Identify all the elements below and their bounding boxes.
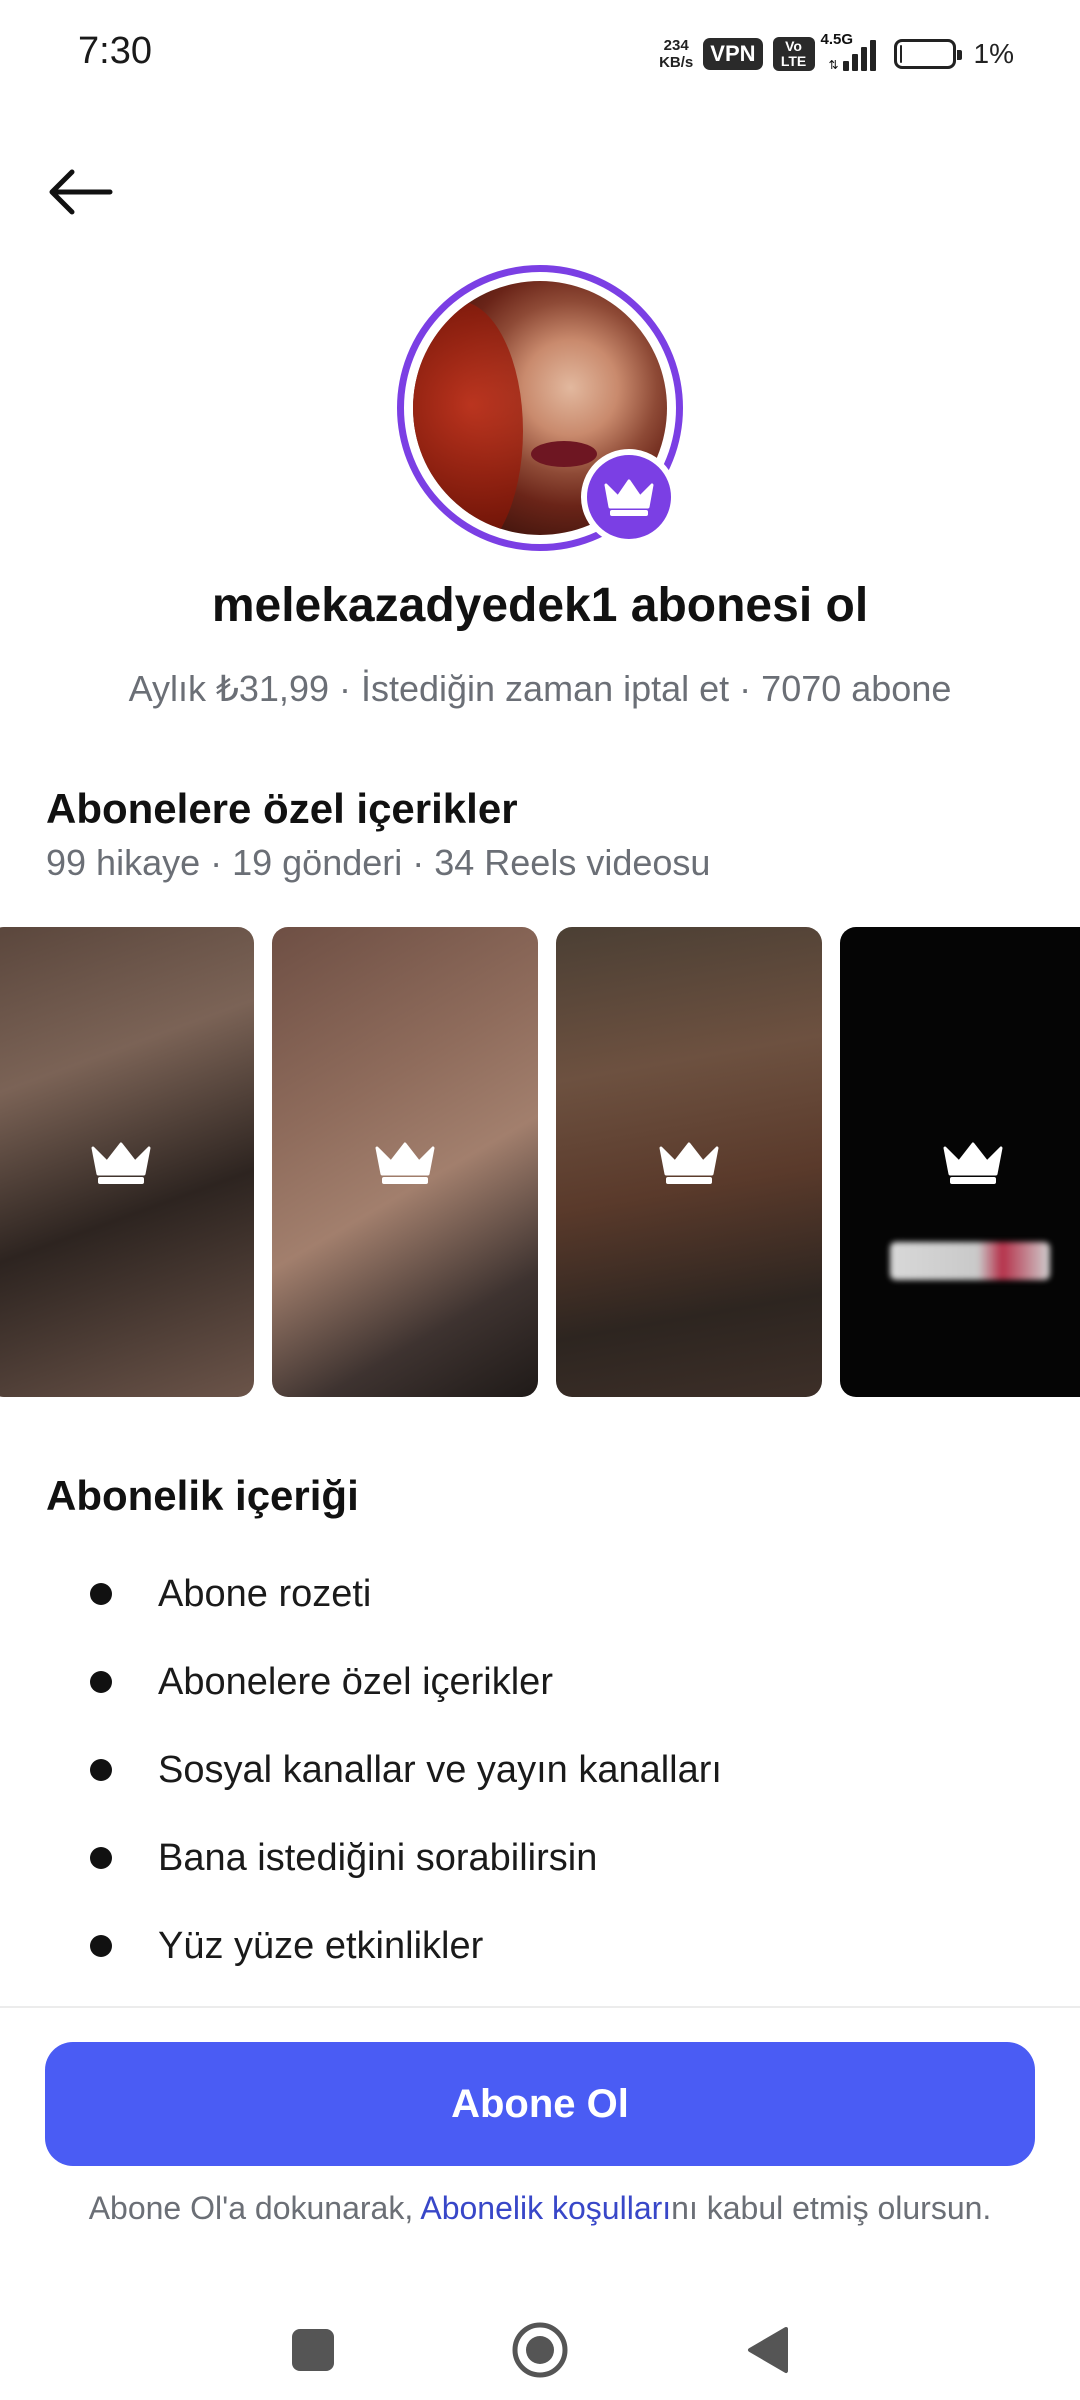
- avatar-lips: [531, 441, 597, 467]
- crown-icon: [91, 1142, 151, 1184]
- list-item: Bana istediğini sorabilirsin: [0, 1814, 1080, 1902]
- benefit-label: Sosyal kanallar ve yayın kanalları: [158, 1748, 722, 1791]
- arrow-left-icon: [49, 169, 113, 215]
- net-speed-value: 234: [663, 37, 689, 54]
- terms-suffix: nı kabul etmiş olursun.: [671, 2190, 992, 2226]
- benefit-label: Bana istediğini sorabilirsin: [158, 1836, 598, 1879]
- list-item: Abonelere özel içerikler: [0, 1638, 1080, 1726]
- status-time: 7:30: [78, 30, 152, 72]
- exclusive-counts: 99 hikaye · 19 gönderi · 34 Reels videos…: [46, 842, 711, 883]
- bullet-icon: [90, 1847, 112, 1869]
- battery-percent: 1%: [973, 38, 1014, 69]
- net-speed-unit: KB/s: [659, 54, 694, 71]
- volte-icon: Vo LTE: [772, 37, 815, 71]
- network-type: 4.5G: [820, 31, 854, 48]
- exclusive-carousel[interactable]: [0, 927, 1080, 1397]
- avatar-hair: [413, 301, 523, 535]
- bullet-icon: [90, 1935, 112, 1957]
- signal-bar: [851, 54, 858, 71]
- battery-icon: [893, 39, 962, 69]
- page-subtitle: Aylık ₺31,99 · İstediğin zaman iptal et …: [128, 668, 952, 709]
- square-recents-icon: [292, 2329, 334, 2371]
- exclusive-title: Abonelere özel içerikler: [46, 785, 518, 832]
- system-nav-bar: [0, 2290, 1080, 2400]
- blurred-label: [890, 1242, 1050, 1280]
- bullet-icon: [90, 1583, 112, 1605]
- page-title: melekazadyedek1 abonesi ol: [211, 579, 869, 632]
- nav-back-button[interactable]: [727, 2310, 807, 2390]
- crown-icon: [659, 1142, 719, 1184]
- exclusive-thumb[interactable]: [272, 927, 538, 1397]
- net-speed: 234 KB/s: [659, 37, 693, 71]
- subscribe-button[interactable]: Abone Ol: [45, 2042, 1035, 2166]
- battery-fill: [899, 45, 902, 63]
- terms-link[interactable]: Abonelik koşulları: [420, 2190, 671, 2226]
- benefit-label: Abone rozeti: [158, 1572, 372, 1615]
- benefit-label: Yüz yüze etkinlikler: [158, 1924, 484, 1967]
- crown-icon: [943, 1142, 1003, 1184]
- benefit-label: Abonelere özel içerikler: [158, 1660, 553, 1703]
- terms-text: Abone Ol'a dokunarak, Abonelik koşulları…: [0, 2190, 1080, 2227]
- exclusive-thumb[interactable]: [556, 927, 822, 1397]
- triangle-back-icon: [748, 2327, 788, 2373]
- bullet-icon: [90, 1671, 112, 1693]
- exclusive-thumb[interactable]: [0, 927, 254, 1397]
- list-item: Abone rozeti: [0, 1550, 1080, 1638]
- back-button[interactable]: [40, 160, 120, 224]
- volte-top: Vo: [785, 38, 802, 54]
- data-arrows-icon: ⇅: [828, 58, 839, 72]
- signal-bar: [869, 40, 876, 71]
- battery-tip: [956, 50, 962, 60]
- signal-bar: [860, 47, 867, 71]
- divider: [0, 2006, 1080, 2008]
- crown-icon: [375, 1142, 435, 1184]
- terms-prefix: Abone Ol'a dokunarak,: [88, 2190, 421, 2226]
- list-item: Sosyal kanallar ve yayın kanalları: [0, 1726, 1080, 1814]
- signal-bar: [842, 61, 849, 71]
- status-icons: 234 KB/s VPN Vo LTE 4.5G ⇅ 1%: [659, 28, 1014, 80]
- home-button[interactable]: [500, 2310, 580, 2390]
- bullet-icon: [90, 1759, 112, 1781]
- vpn-icon: VPN: [703, 38, 763, 70]
- benefits-list: Abone rozeti Abonelere özel içerikler So…: [0, 1550, 1080, 1990]
- circle-home-icon: [512, 2322, 568, 2378]
- crown-icon: [604, 479, 654, 516]
- status-bar: 7:30 234 KB/s VPN Vo LTE 4.5G ⇅ 1%: [0, 0, 1080, 110]
- benefits-title: Abonelik içeriği: [46, 1472, 359, 1519]
- exclusive-thumb[interactable]: [840, 927, 1080, 1397]
- recents-button[interactable]: [273, 2310, 353, 2390]
- list-item: Yüz yüze etkinlikler: [0, 1902, 1080, 1990]
- subscriber-badge: [581, 449, 677, 545]
- volte-bottom: LTE: [780, 53, 807, 69]
- profile-avatar: [397, 265, 683, 551]
- signal-icon: 4.5G ⇅: [821, 31, 876, 72]
